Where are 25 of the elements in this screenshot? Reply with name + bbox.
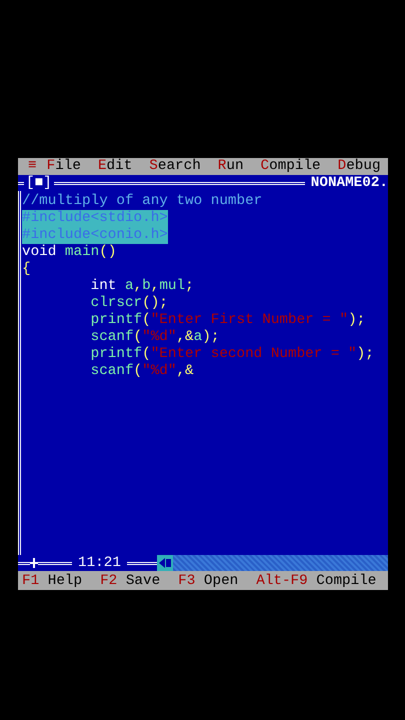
function-key-hint[interactable]: F2 Save [100, 572, 160, 588]
menu-item[interactable]: Search [149, 158, 201, 175]
scroll-left-arrow-icon[interactable] [158, 558, 171, 568]
menu-item[interactable]: Edit [98, 158, 132, 175]
code-line: int a,b,mul; [90, 278, 194, 295]
window-title: NONAME02. [310, 175, 388, 191]
menu-item[interactable]: Debug [338, 158, 381, 175]
cursor-position: 11:21 [78, 555, 121, 571]
horizontal-scrollbar[interactable] [156, 555, 388, 571]
code-line: void main() [22, 244, 116, 261]
menu-item[interactable]: File [46, 158, 81, 175]
code-line: { [22, 261, 31, 278]
code-line: printf("Enter second Number = "); [90, 346, 374, 363]
code-line: printf("Enter First Number = "); [90, 312, 366, 329]
function-key-hint[interactable]: Alt-F9 Compile [256, 572, 376, 588]
code-line: //multiply of any two number [22, 193, 262, 210]
code-line: clrscr(); [90, 295, 168, 312]
function-key-hint[interactable]: F3 Open [178, 572, 238, 588]
close-box[interactable]: [■] [26, 175, 52, 191]
code-line: scanf("%d",& [90, 363, 194, 380]
function-key-hint[interactable]: F1 Help [22, 572, 82, 588]
code-line: scanf("%d",&a); [90, 329, 220, 346]
menu-item[interactable]: Compile [260, 158, 321, 175]
resize-corner-icon[interactable] [30, 558, 38, 568]
menu-item[interactable]: Run [218, 158, 244, 175]
